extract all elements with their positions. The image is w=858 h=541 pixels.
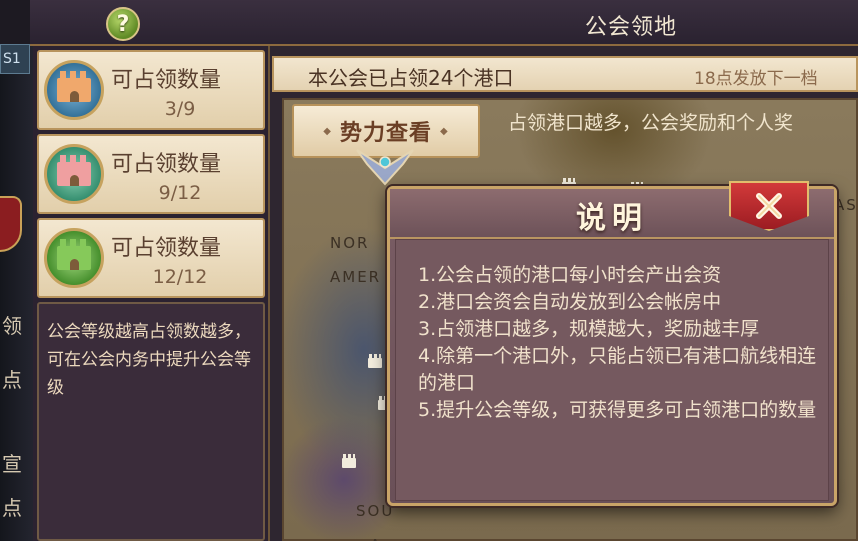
edge-text: 宣 [2,452,22,476]
quota-label: 可占领数量 [111,236,222,261]
edge-text: 领 [2,314,22,338]
close-icon [756,193,782,219]
port-status-bar: 本公会已占领24个港口 18点发放下一档 [272,56,858,92]
occupied-ports-text: 本公会已占领24个港口 [308,66,514,90]
sidebar: 可占领数量 3/9 可占领数量 9/12 可占领数量 12/12 公会等级越高占… [33,46,270,541]
occupation-hint-text: 占领港口越多，公会奖励和个人奖 [508,112,794,134]
green-castle-emblem-icon [44,228,104,288]
edge-text: 点 [2,496,22,520]
rule-line: 4.除第一个港口外，只能占领已有港口航线相连的港口 [418,345,817,394]
map-label-north: NOR [330,234,370,252]
teal-castle-emblem-icon [44,144,104,204]
rule-line: 1.公会占领的港口每小时会产出会资 [418,264,722,286]
quota-label: 可占领数量 [111,68,222,93]
quota-value: 12/12 [152,266,208,288]
background-screen-edge: 领 点 宣 点 [0,46,36,541]
quota-label: 可占领数量 [111,152,222,177]
map-label-a: A [370,536,382,541]
port-castle-icon[interactable] [342,454,356,468]
info-dialog: 说明 1.公会占领的港口每小时会产出会资 2.港口会资会自动发放到公会帐房中 3… [387,181,837,506]
shield-icon [0,196,22,252]
guild-level-description: 公会等级越高占领数越多，可在公会内务中提升公会等级 [37,302,265,541]
map-label-asia: ASI [834,196,858,214]
rule-line: 2.港口会资会自动发放到公会帐房中 [418,291,722,313]
rule-line: 5.提升公会等级，可获得更多可占领港口的数量 [418,399,817,421]
page-title: 公会领地 [585,15,678,40]
port-castle-icon[interactable] [368,354,382,368]
title-bar: ? 公会领地 [30,0,858,46]
quota-value: 3/9 [164,98,196,120]
diamond-ornament-icon: ◆ [440,125,449,137]
dialog-body: 1.公会占领的港口每小时会产出会资 2.港口会资会自动发放到公会帐房中 3.占领… [395,239,829,501]
quota-card-tier1[interactable]: 可占领数量 3/9 [37,50,265,130]
map-label-america: AMER [330,268,382,286]
pointer-ornament-icon [356,149,414,186]
server-tab[interactable]: S1 [0,44,30,74]
rule-line: 3.占领港口越多，规模越大，奖励越丰厚 [418,318,760,340]
view-power-label: 势力查看 [339,121,432,146]
diamond-ornament-icon: ◆ [323,125,332,137]
quota-card-tier3[interactable]: 可占领数量 12/12 [37,218,265,298]
quota-value: 9/12 [158,182,202,204]
blue-castle-emblem-icon [44,60,104,120]
edge-text: 点 [2,368,22,392]
reward-timer-text: 18点发放下一档 [694,69,818,89]
help-button[interactable]: ? [106,7,140,41]
quota-card-tier2[interactable]: 可占领数量 9/12 [37,134,265,214]
